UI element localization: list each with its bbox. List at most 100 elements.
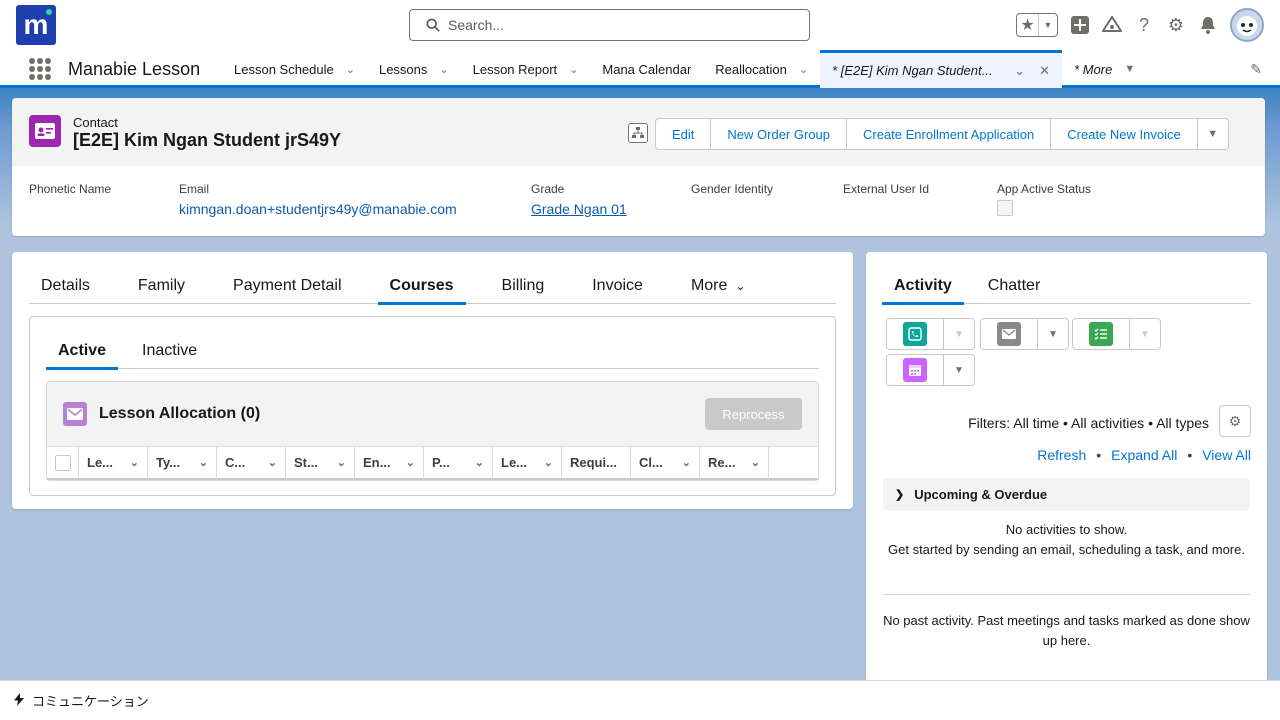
create-new-invoice-button[interactable]: Create New Invoice [1050,118,1198,150]
view-all-link[interactable]: View All [1202,447,1251,463]
column-header[interactable]: C... ⌄ [217,447,286,478]
lightning-icon [14,692,24,709]
tab-details[interactable]: Details [29,268,102,304]
app-launcher-icon[interactable] [29,58,51,80]
email-icon [63,402,87,426]
column-header[interactable]: Le... ⌄ [493,447,562,478]
object-label: Contact [73,115,118,130]
caret-down-icon[interactable]: ▼ [1124,63,1135,75]
column-header[interactable]: St... ⌄ [286,447,355,478]
no-activities-text: No activities to show. [1005,522,1128,537]
user-avatar[interactable] [1230,8,1264,42]
email-icon [997,322,1021,346]
column-header[interactable]: Ty... ⌄ [148,447,217,478]
new-task-button[interactable]: ▼ [1072,318,1161,350]
tab-chatter[interactable]: Chatter [976,268,1052,304]
nav-item-lesson-schedule[interactable]: Lesson Schedule ⌄ [222,50,367,88]
chevron-down-icon: ⌄ [474,457,484,469]
refresh-link[interactable]: Refresh [1037,447,1086,463]
chevron-down-icon[interactable]: ⌄ [799,63,808,76]
column-header[interactable]: Le... ⌄ [79,447,148,478]
field-label: App Active Status [997,182,1092,196]
nav-item-label: Mana Calendar [602,61,692,77]
more-actions-dropdown[interactable]: ▼ [1196,118,1229,150]
new-event-main[interactable] [886,354,944,386]
column-header[interactable]: En... ⌄ [355,447,424,478]
close-icon[interactable]: ✕ [1039,63,1050,79]
nav-item-mana-calendar[interactable]: Mana Calendar [590,50,703,88]
nav-more[interactable]: * More ▼ [1062,50,1147,88]
add-icon[interactable] [1070,15,1090,35]
caret-down-icon[interactable]: ▼ [944,318,975,350]
new-order-group-button[interactable]: New Order Group [710,118,847,150]
expand-all-link[interactable]: Expand All [1111,447,1177,463]
link-separator: • [1187,447,1193,463]
edit-button[interactable]: Edit [655,118,712,150]
column-header[interactable]: P... ⌄ [424,447,493,478]
activity-links: Refresh • Expand All • View All [1037,447,1251,463]
reprocess-button[interactable]: Reprocess [705,398,802,430]
nav-item-lessons[interactable]: Lessons ⌄ [367,50,461,88]
tab-activity[interactable]: Activity [882,268,964,305]
chevron-down-icon[interactable]: ⌄ [346,63,355,76]
nav-item-lesson-report[interactable]: Lesson Report ⌄ [461,50,591,88]
bell-icon[interactable] [1198,15,1218,35]
tab-payment-detail[interactable]: Payment Detail [221,268,354,304]
chevron-down-icon[interactable]: ⌄ [569,63,578,76]
select-all-checkbox[interactable] [47,447,79,478]
help-icon[interactable]: ? [1134,15,1154,35]
email-link[interactable]: kimngan.doan+studentjrs49y@manabie.com [179,201,457,217]
tab-courses[interactable]: Courses [377,268,466,305]
global-search[interactable]: Search... [409,9,810,41]
field-label: Email [179,182,210,196]
subtab-inactive[interactable]: Inactive [130,333,209,369]
new-event-button[interactable]: ▼ [886,354,975,386]
caret-down-icon[interactable]: ▼ [944,354,975,386]
subtab-active[interactable]: Active [46,333,119,370]
section-label: Upcoming & Overdue [914,487,1048,502]
favorites-dropdown-icon[interactable]: ▼ [1039,14,1057,36]
caret-down-icon[interactable]: ▼ [1038,318,1069,350]
no-past-activity-message: No past activity. Past meetings and task… [883,613,1250,648]
field-label: Gender Identity [691,182,774,196]
nav-item-label: Reallocation [715,61,787,77]
new-task-main[interactable] [1072,318,1130,350]
chevron-down-icon: ⌄ [129,457,139,469]
column-header[interactable]: Requi... [562,447,631,478]
trailhead-icon[interactable] [1102,15,1122,35]
tab-invoice[interactable]: Invoice [580,268,655,304]
create-enrollment-application-button[interactable]: Create Enrollment Application [846,118,1052,150]
chevron-down-icon: ⌄ [735,279,746,293]
nav-more-label: * More [1074,61,1113,77]
upcoming-overdue-section[interactable]: ❯ Upcoming & Overdue [883,478,1250,511]
nav-items: Lesson Schedule ⌄ Lessons ⌄ Lesson Repor… [222,50,1147,88]
nav-item-label: Lessons [378,61,428,77]
tab-more[interactable]: More ⌄ [679,268,758,304]
edit-nav-icon[interactable]: ✎ [1250,61,1262,78]
log-call-main[interactable] [886,318,944,350]
grade-link[interactable]: Grade Ngan 01 [531,201,627,217]
chevron-down-icon[interactable]: ⌄ [439,63,448,76]
favorites-group[interactable]: ★ ▼ [1016,13,1058,37]
column-header[interactable]: Cl... ⌄ [631,447,700,478]
filter-settings-icon[interactable]: ⚙ [1219,405,1251,437]
nav-item-reallocation[interactable]: Reallocation ⌄ [703,50,820,88]
global-header: m Search... ★ ▼ ? ⚙ [0,0,1280,50]
chevron-down-icon[interactable]: ⌄ [1014,63,1025,79]
star-icon[interactable]: ★ [1017,14,1039,36]
log-call-button[interactable]: ▼ [886,318,975,350]
hierarchy-icon[interactable] [628,123,648,143]
nav-tab-contact-record[interactable]: * [E2E] Kim Ngan Student... ⌄ ✕ [820,50,1063,88]
caret-down-icon[interactable]: ▼ [1130,318,1161,350]
email-button[interactable]: ▼ [980,318,1069,350]
utility-bar[interactable]: コミュニケーション [0,680,1280,720]
gear-icon[interactable]: ⚙ [1166,15,1186,35]
record-actions: Edit New Order Group Create Enrollment A… [655,118,1229,150]
tab-family[interactable]: Family [126,268,197,304]
app-logo[interactable]: m [16,5,56,45]
get-started-text: Get started by sending an email, schedul… [888,542,1245,557]
email-main[interactable] [980,318,1038,350]
column-header[interactable]: Re... ⌄ [700,447,769,478]
field-external-user-id: External User Id [843,182,929,201]
tab-billing[interactable]: Billing [490,268,557,304]
